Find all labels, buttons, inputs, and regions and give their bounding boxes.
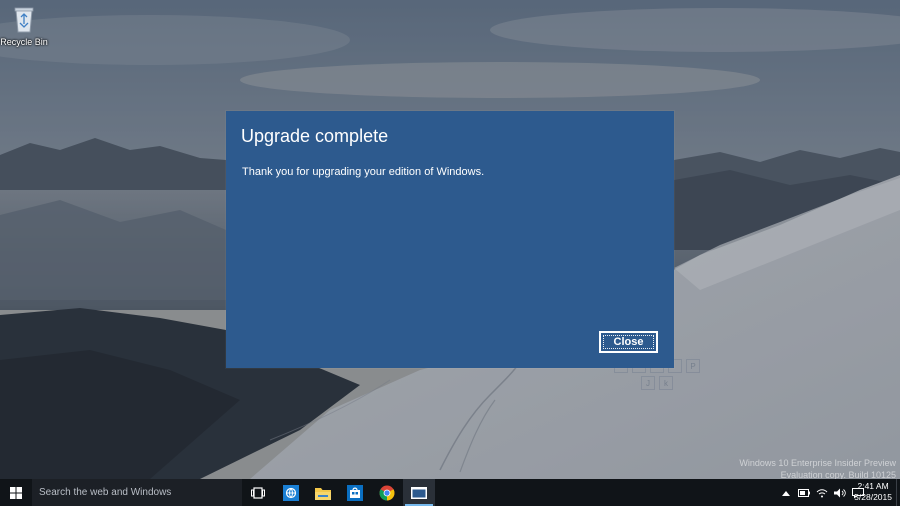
clock-date: 5/28/2015 — [854, 492, 892, 502]
keyboard-key: J — [641, 376, 655, 390]
taskbar-clock[interactable]: 2:41 AM 5/28/2015 — [854, 481, 892, 503]
recycle-bin-icon — [12, 4, 36, 34]
network-icon[interactable] — [816, 487, 828, 499]
task-view-button[interactable] — [242, 479, 274, 506]
clock-time: 2:41 AM — [857, 481, 889, 491]
start-button[interactable] — [0, 479, 32, 506]
active-window-button[interactable] — [403, 479, 435, 506]
volume-icon[interactable] — [834, 487, 846, 499]
search-input[interactable]: Search the web and Windows — [32, 479, 242, 506]
dialog-title: Upgrade complete — [241, 126, 389, 146]
chrome-icon — [379, 485, 395, 500]
show-desktop-button[interactable] — [896, 479, 900, 506]
desktop-icon-recycle-bin[interactable]: Recycle Bin — [0, 4, 48, 54]
chrome-button[interactable] — [371, 479, 403, 506]
watermark-line: Windows 10 Enterprise Insider Preview — [739, 458, 896, 468]
store-icon — [347, 484, 363, 501]
keyboard-key: P — [686, 359, 700, 373]
system-tray — [780, 479, 864, 506]
dialog-message: Thank you for upgrading your edition of … — [242, 166, 485, 178]
close-button[interactable]: Close — [599, 331, 658, 353]
task-view-icon — [251, 486, 265, 499]
chevron-up-icon[interactable] — [780, 487, 792, 499]
file-explorer-button[interactable] — [307, 479, 339, 506]
window-icon — [411, 486, 427, 499]
upgrade-complete-dialog: Upgrade complete Thank you for upgrading… — [226, 111, 674, 368]
internet-explorer-button[interactable] — [275, 479, 307, 506]
keyboard-key: k — [659, 376, 673, 390]
taskbar: Search the web and Windows 2:41 AM 5/28/… — [0, 479, 900, 506]
folder-icon — [315, 487, 331, 500]
desktop-icon-label: Recycle Bin — [0, 37, 48, 47]
windows-logo-icon — [10, 486, 22, 499]
globe-icon — [283, 484, 299, 501]
evaluation-watermark: Windows 10 Enterprise Insider Preview Ev… — [739, 457, 896, 479]
watermark-line: Evaluation copy. Build 10125 — [780, 470, 896, 479]
battery-icon[interactable] — [798, 487, 810, 499]
store-button[interactable] — [339, 479, 371, 506]
